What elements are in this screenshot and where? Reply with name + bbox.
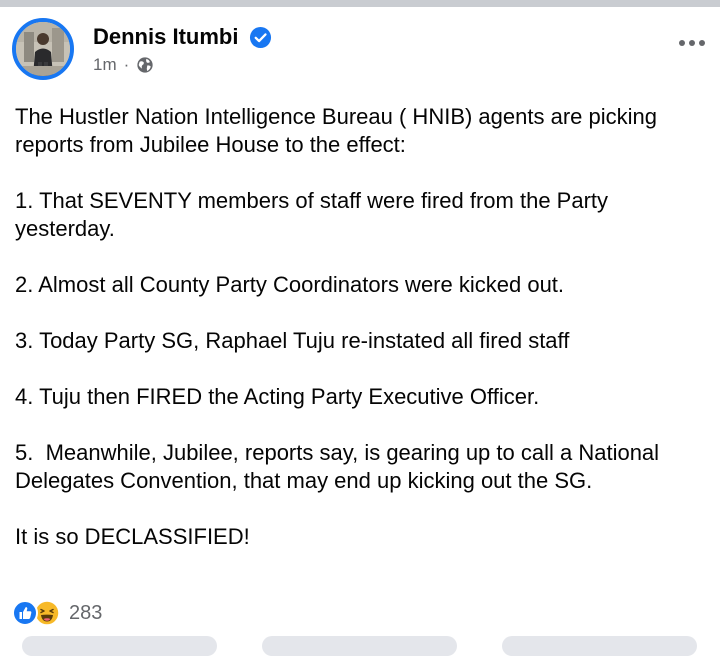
post-paragraph: It is so DECLASSIFIED! [15,524,250,549]
globe-icon [137,57,153,73]
more-options-icon[interactable] [677,36,707,50]
like-action-button[interactable] [22,636,217,656]
share-action-button[interactable] [502,636,697,656]
reaction-icons [12,600,66,626]
author-name[interactable]: Dennis Itumbi [93,24,238,50]
reactions-summary[interactable]: 283 [12,599,102,627]
like-icon [12,600,38,626]
post-paragraph: 4. Tuju then FIRED the Acting Party Exec… [15,384,540,409]
post-paragraph: 5. Meanwhile, Jubilee, reports say, is g… [15,440,666,493]
reaction-count: 283 [69,601,103,624]
comment-action-button[interactable] [262,636,457,656]
post-meta: 1m · [93,54,154,76]
top-divider [0,0,720,7]
post-timestamp[interactable]: 1m [93,55,117,75]
post-header: Dennis Itumbi 1m · [0,14,720,94]
avatar[interactable] [12,18,74,80]
verified-badge-icon [249,26,272,49]
post-text: The Hustler Nation Intelligence Bureau (… [15,103,705,551]
post-paragraph: 3. Today Party SG, Raphael Tuju re-insta… [15,328,570,353]
post-paragraph: 1. That SEVENTY members of staff were fi… [15,188,615,241]
meta-separator: · [123,55,130,74]
post-paragraph: 2. Almost all County Party Coordinators … [15,272,565,297]
post-paragraph: The Hustler Nation Intelligence Bureau (… [15,104,664,157]
